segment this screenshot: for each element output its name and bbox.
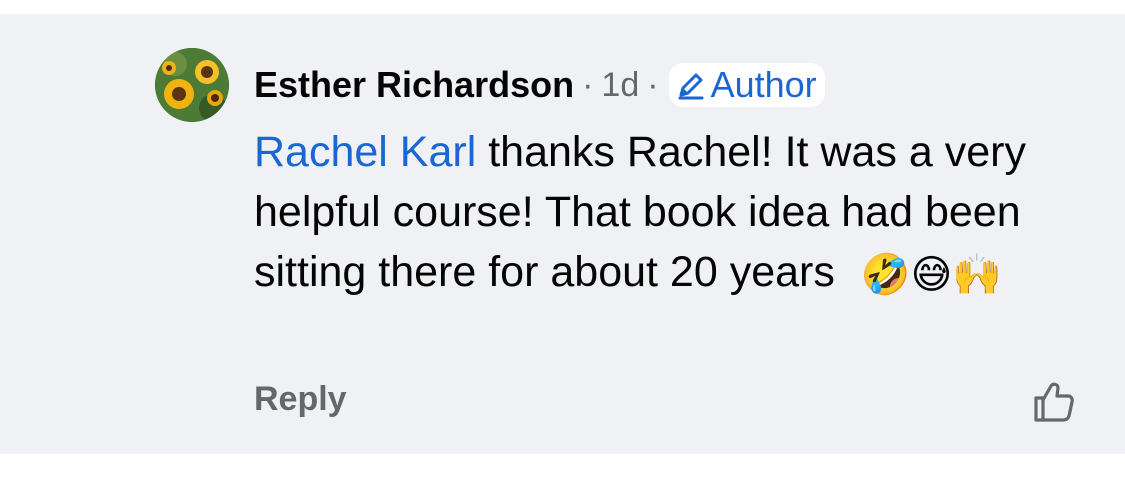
like-button[interactable] [1030, 378, 1078, 426]
comment-header: Esther Richardson · 1d · Author [254, 60, 825, 110]
rofl-emoji: 🤣 [860, 253, 911, 298]
avatar[interactable] [155, 48, 229, 122]
author-name[interactable]: Esther Richardson [254, 64, 574, 106]
raised-hands-emoji: 🙌 [952, 253, 1003, 298]
reply-button[interactable]: Reply [254, 380, 347, 419]
comment-body: Rachel Karl thanks Rachel! It was a very… [254, 122, 1074, 305]
separator-dot: · [647, 65, 659, 104]
separator-dot: · [582, 65, 594, 104]
pencil-icon [678, 73, 704, 100]
top-divider [0, 0, 1125, 14]
thumbs-up-icon [1034, 382, 1074, 422]
comment-timestamp[interactable]: 1d [601, 66, 639, 105]
mention-link[interactable]: Rachel Karl [254, 128, 476, 176]
author-badge: Author [668, 63, 825, 107]
author-badge-label: Author [710, 64, 817, 105]
sunflower-avatar-icon [155, 48, 229, 122]
bottom-divider [0, 454, 1125, 478]
sweat-smile-emoji: 😅 [910, 253, 953, 298]
emoji-group: 🤣😅🙌 [861, 244, 1002, 305]
